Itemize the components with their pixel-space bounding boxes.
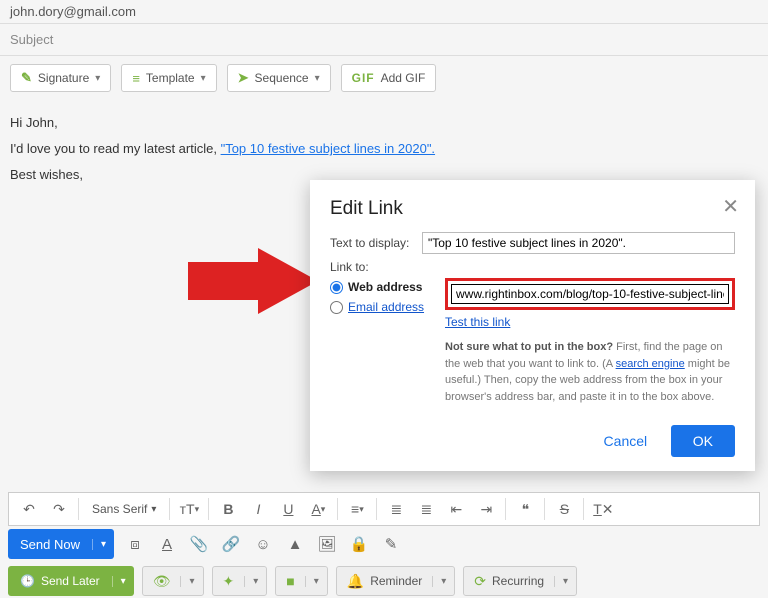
align-icon[interactable]: ≡▾ xyxy=(343,495,371,523)
send-now-label: Send Now xyxy=(8,537,92,552)
url-input[interactable] xyxy=(451,284,729,304)
send-row: Send Now ▾ ⧈ A 📎 🔗 ☺ ▲ 🖼 🔒 ✎ xyxy=(8,528,760,560)
quote-icon[interactable]: ❝ xyxy=(511,495,539,523)
insert-photo-icon[interactable]: 🖼 xyxy=(316,533,338,555)
extension-row: 🕒 Send Later ▾ 👁 ▾ ✦ ▾ ■ ▾ 🔔 Reminder ▾ ⟳ R… xyxy=(8,564,760,598)
pen-icon[interactable]: ✎ xyxy=(380,533,402,555)
notes-button[interactable]: ■ ▾ xyxy=(275,566,328,596)
template-icon: ≡ xyxy=(132,71,140,86)
bulleted-list-icon[interactable]: ≣ xyxy=(412,495,440,523)
template-label: Template xyxy=(146,71,195,85)
help-text: Not sure what to put in the box? First, … xyxy=(445,339,735,405)
remove-formatting-icon[interactable]: T✕ xyxy=(589,495,617,523)
caret-down-icon: ▾ xyxy=(180,576,202,587)
insert-link-icon[interactable]: 🔗 xyxy=(220,533,242,555)
search-engine-link[interactable]: search engine xyxy=(616,358,685,370)
to-field[interactable]: john.dory@gmail.com xyxy=(0,0,768,24)
email-address-radio[interactable] xyxy=(330,301,343,314)
format-toolbar: ↶ ↷ Sans Serif▾ тT▾ B I U A▾ ≡▾ ≣ ≣ ⇤ ⇥ … xyxy=(8,492,760,526)
gif-icon: GIF xyxy=(352,71,375,85)
redo-icon[interactable]: ↷ xyxy=(45,495,73,523)
add-gif-button[interactable]: GIF Add GIF xyxy=(341,64,437,92)
sequence-icon: ➤ xyxy=(238,70,249,86)
strikethrough-icon[interactable]: S xyxy=(550,495,578,523)
signature-button[interactable]: ✎ Signature ▾ xyxy=(10,64,111,92)
font-size-icon[interactable]: тT▾ xyxy=(175,495,203,523)
caret-down-icon: ▾ xyxy=(315,73,320,84)
track-button[interactable]: 👁 ▾ xyxy=(142,566,204,596)
help-bold: Not sure what to put in the box? xyxy=(445,341,613,353)
italic-icon[interactable]: I xyxy=(244,495,272,523)
sequence-label: Sequence xyxy=(255,71,309,85)
indent-less-icon[interactable]: ⇤ xyxy=(442,495,470,523)
send-now-dropdown-icon[interactable]: ▾ xyxy=(92,539,114,550)
puzzle-icon: ✦ xyxy=(223,573,235,590)
recurring-button[interactable]: ⟳ Recurring ▾ xyxy=(463,566,577,596)
url-input-highlight xyxy=(445,278,735,310)
note-icon: ■ xyxy=(286,573,294,589)
attach-icon[interactable]: 📎 xyxy=(188,533,210,555)
emoji-icon[interactable]: ☺ xyxy=(252,533,274,555)
font-family-label: Sans Serif xyxy=(92,502,147,516)
ok-button[interactable]: OK xyxy=(671,425,735,457)
compose-toolbar: ✎ Signature ▾ ≡ Template ▾ ➤ Sequence ▾ … xyxy=(0,56,768,100)
underline-icon[interactable]: U xyxy=(274,495,302,523)
bold-icon[interactable]: B xyxy=(214,495,242,523)
test-this-link[interactable]: Test this link xyxy=(445,315,510,329)
clock-icon: 🕒 xyxy=(20,574,35,588)
undo-icon[interactable]: ↶ xyxy=(15,495,43,523)
dropbox-icon[interactable]: ⧈ xyxy=(124,533,146,555)
text-to-display-label: Text to display: xyxy=(330,236,422,250)
body-line: I'd love you to read my latest article, xyxy=(10,141,221,156)
signature-icon: ✎ xyxy=(21,70,32,86)
body-article-link[interactable]: "Top 10 festive subject lines in 2020". xyxy=(221,141,435,156)
signature-label: Signature xyxy=(38,71,89,85)
indent-more-icon[interactable]: ⇥ xyxy=(472,495,500,523)
recurring-label: Recurring xyxy=(492,574,544,588)
caret-down-icon: ▾ xyxy=(95,73,100,84)
link-to-label: Link to: xyxy=(330,260,735,274)
drive-icon[interactable]: ▲ xyxy=(284,533,306,555)
subject-field[interactable]: Subject xyxy=(0,24,768,56)
email-address-radio-label[interactable]: Email address xyxy=(348,300,424,314)
reminder-button[interactable]: 🔔 Reminder ▾ xyxy=(336,566,456,596)
web-address-radio[interactable] xyxy=(330,281,343,294)
caret-down-icon: ▾ xyxy=(305,576,327,587)
reminder-label: Reminder xyxy=(370,574,422,588)
bell-icon: 🔔 xyxy=(347,573,364,590)
web-address-radio-label: Web address xyxy=(348,280,422,294)
numbered-list-icon[interactable]: ≣ xyxy=(382,495,410,523)
caret-down-icon: ▾ xyxy=(201,73,206,84)
send-now-button[interactable]: Send Now ▾ xyxy=(8,529,114,559)
extension-button-1[interactable]: ✦ ▾ xyxy=(212,566,268,596)
body-greeting: Hi John, xyxy=(10,110,758,136)
send-later-dropdown-icon[interactable]: ▾ xyxy=(112,576,134,587)
font-family-select[interactable]: Sans Serif▾ xyxy=(84,502,164,516)
cancel-button[interactable]: Cancel xyxy=(590,425,662,457)
edit-link-dialog: ✕ Edit Link Text to display: Link to: We… xyxy=(310,180,755,471)
caret-down-icon: ▾ xyxy=(244,576,266,587)
recurring-icon: ⟳ xyxy=(474,573,486,590)
text-to-display-input[interactable] xyxy=(422,232,735,254)
add-gif-label: Add GIF xyxy=(381,71,426,85)
eye-icon: 👁 xyxy=(153,573,171,590)
send-later-label: Send Later xyxy=(41,574,100,588)
red-arrow-annotation xyxy=(188,248,318,314)
caret-down-icon: ▾ xyxy=(554,576,576,587)
close-icon[interactable]: ✕ xyxy=(722,194,739,219)
caret-down-icon: ▾ xyxy=(432,576,454,587)
dialog-title: Edit Link xyxy=(330,198,735,220)
confidential-icon[interactable]: 🔒 xyxy=(348,533,370,555)
text-color-icon[interactable]: A▾ xyxy=(304,495,332,523)
text-style-icon[interactable]: A xyxy=(156,533,178,555)
sequence-button[interactable]: ➤ Sequence ▾ xyxy=(227,64,331,92)
send-later-button[interactable]: 🕒 Send Later ▾ xyxy=(8,566,134,596)
template-button[interactable]: ≡ Template ▾ xyxy=(121,64,216,92)
